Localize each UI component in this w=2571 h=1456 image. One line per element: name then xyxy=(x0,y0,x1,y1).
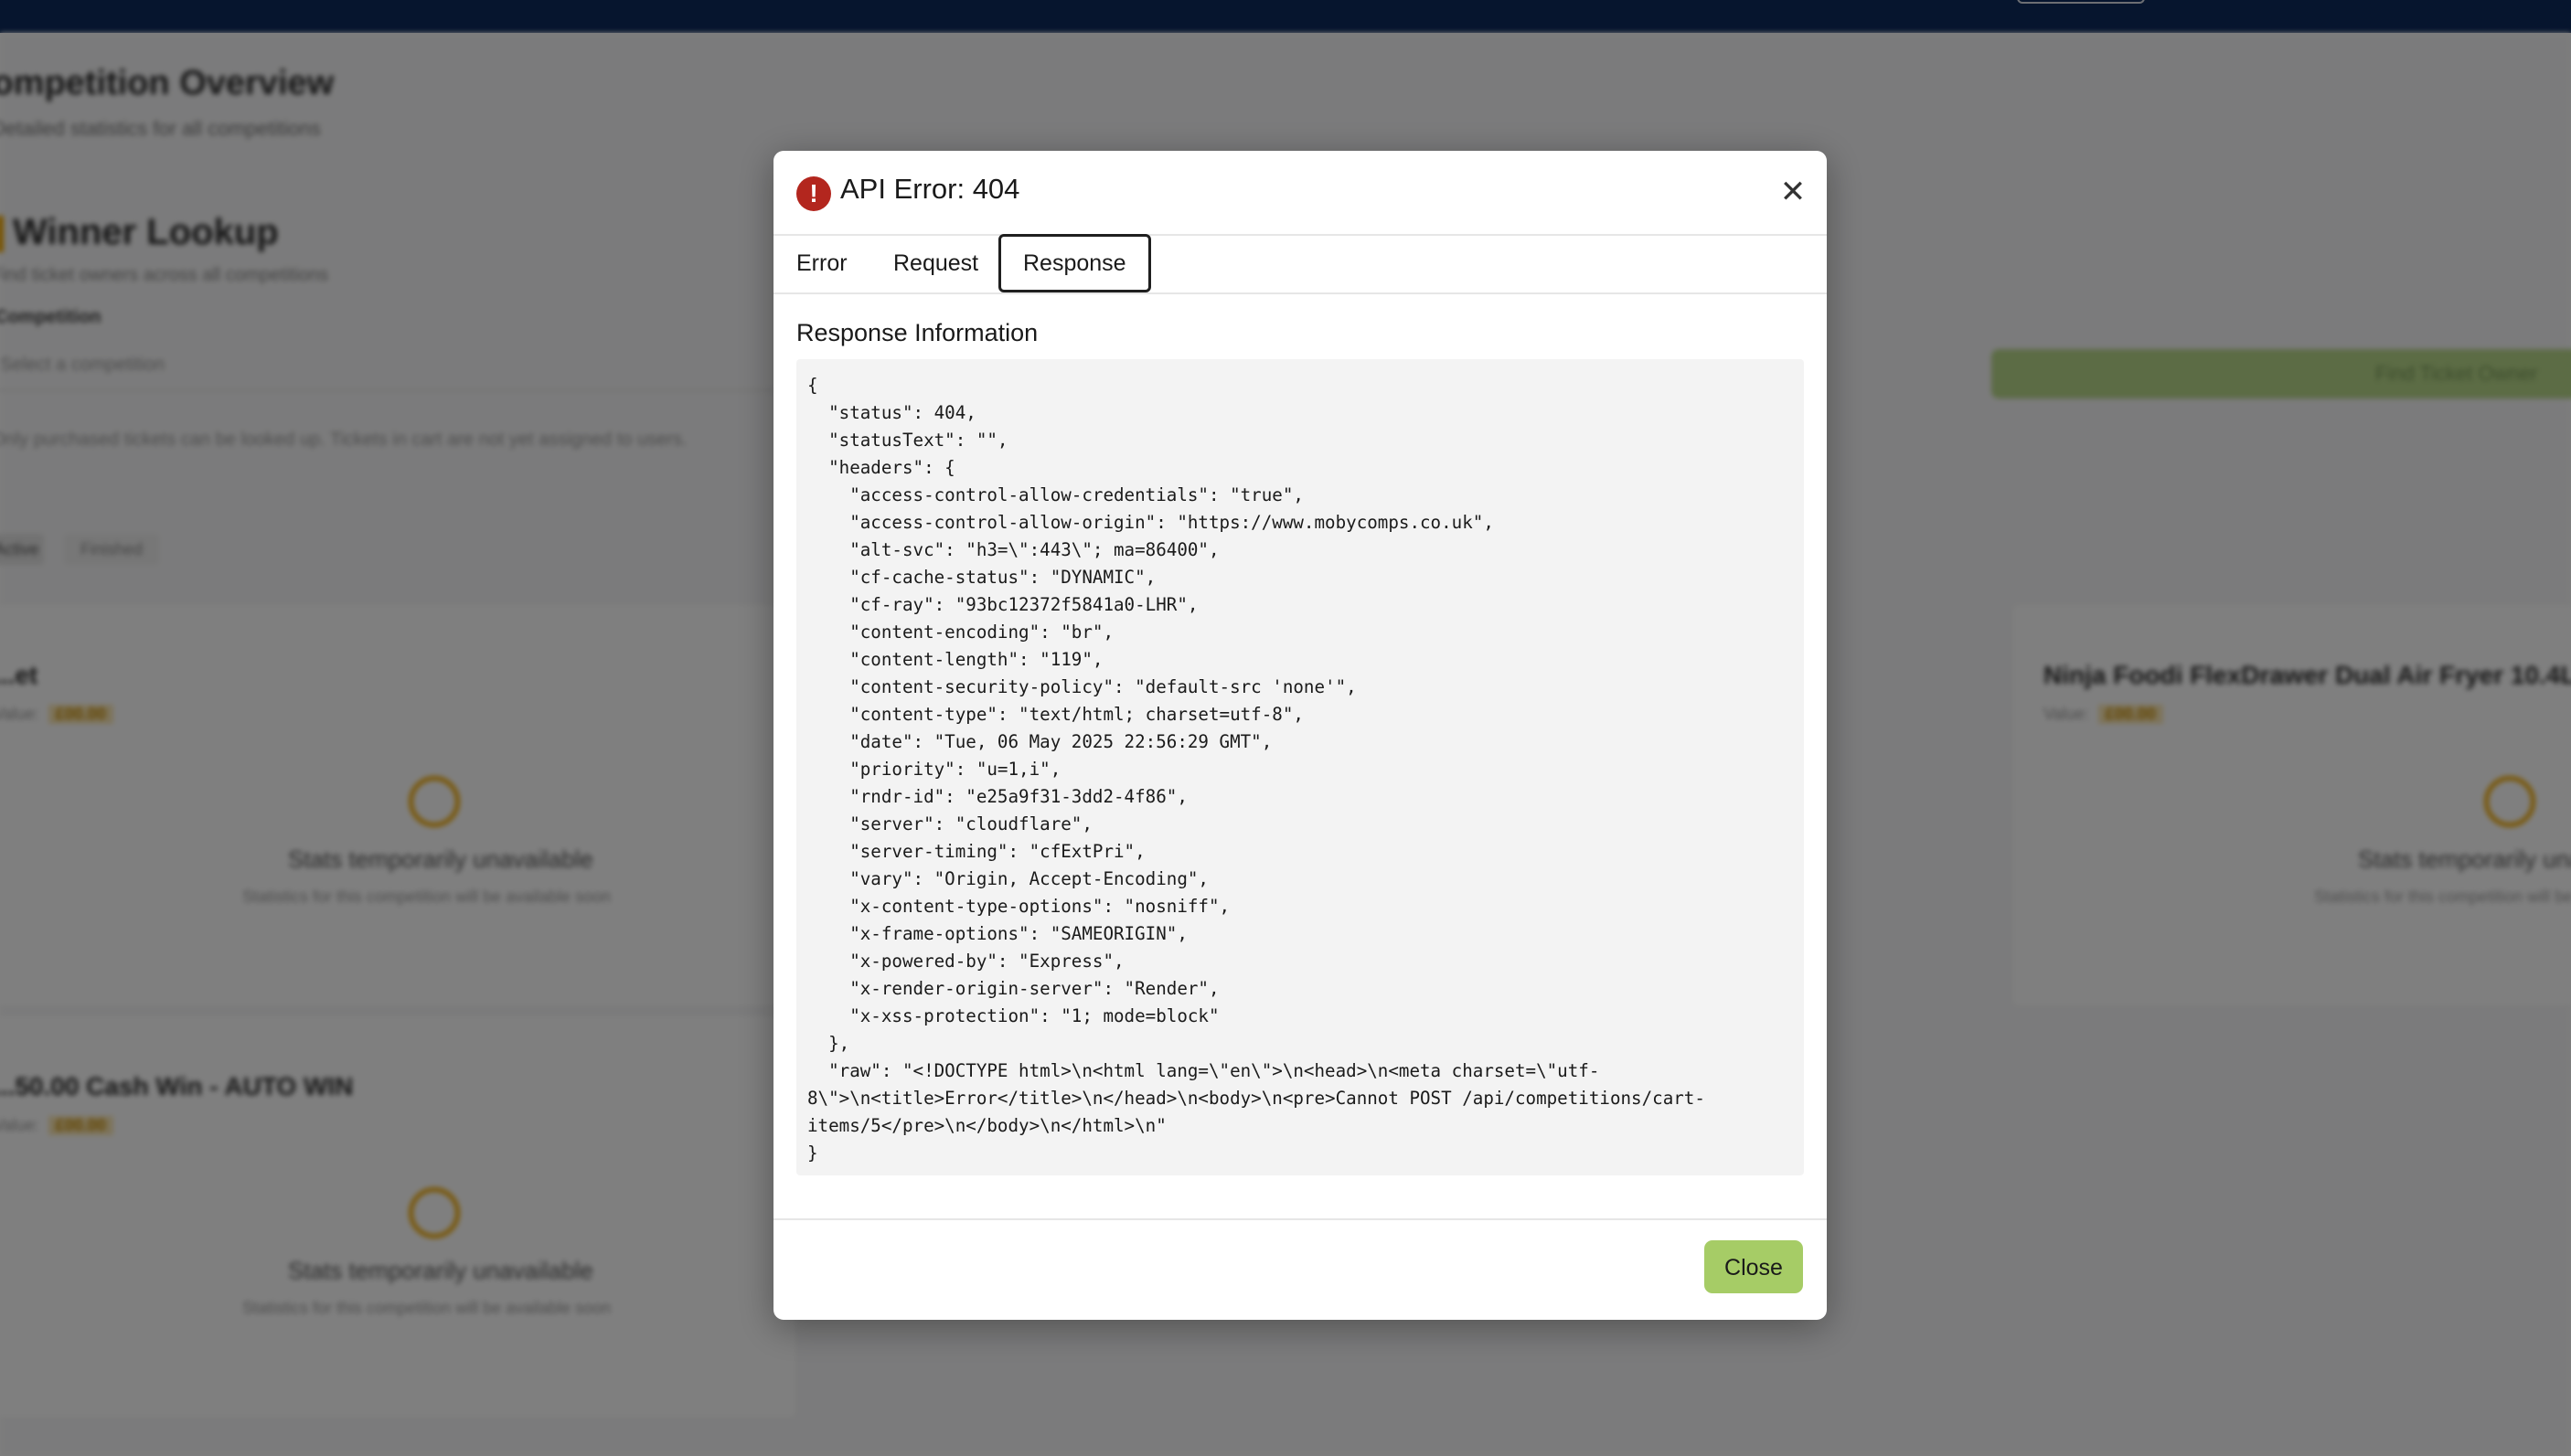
close-button[interactable]: Close xyxy=(1704,1240,1803,1293)
response-information-heading: Response Information xyxy=(796,319,1039,346)
response-json-line: "headers": { xyxy=(807,457,955,478)
response-json-line: "x-xss-protection": "1; mode=block" xyxy=(807,1005,1220,1026)
response-json-line: items/5</pre>\n</body>\n</html>\n" xyxy=(807,1115,1167,1136)
response-json-line: "rndr-id": "e25a9f31-3dd2-4f86", xyxy=(807,786,1188,807)
response-json-line: "statusText": "", xyxy=(807,430,1008,451)
response-json-line: "access-control-allow-credentials": "tru… xyxy=(807,484,1304,505)
response-json-line: "vary": "Origin, Accept-Encoding", xyxy=(807,868,1209,889)
response-json-line: "content-length": "119", xyxy=(807,649,1104,670)
response-json-line: "content-security-policy": "default-src … xyxy=(807,676,1357,697)
response-json-block: { "status": 404, "statusText": "", "head… xyxy=(796,359,1804,1175)
modal-tabs: Error Request Response xyxy=(773,234,1827,294)
modal-title: API Error: 404 xyxy=(840,173,1020,205)
response-json-text: { "status": 404, "statusText": "", "head… xyxy=(807,372,1793,1167)
tab-request[interactable]: Request xyxy=(893,234,978,292)
response-json-line: "x-content-type-options": "nosniff", xyxy=(807,896,1231,917)
response-json-line: "x-frame-options": "SAMEORIGIN", xyxy=(807,923,1188,944)
response-json-line: "x-render-origin-server": "Render", xyxy=(807,978,1220,999)
error-exclamation-icon: ! xyxy=(796,176,831,211)
response-json-line: "date": "Tue, 06 May 2025 22:56:29 GMT", xyxy=(807,731,1273,752)
response-json-line: "content-type": "text/html; charset=utf-… xyxy=(807,704,1304,725)
tab-error[interactable]: Error xyxy=(796,234,848,292)
response-json-line: "server-timing": "cfExtPri", xyxy=(807,841,1146,862)
modal-footer: Close xyxy=(773,1218,1827,1320)
response-json-line: "raw": "<!DOCTYPE html>\n<html lang=\"en… xyxy=(807,1060,1600,1081)
response-json-line: "x-powered-by": "Express", xyxy=(807,951,1125,972)
response-json-line: "content-encoding": "br", xyxy=(807,622,1115,643)
close-icon[interactable]: ✕ xyxy=(1776,175,1810,209)
tab-response[interactable]: Response xyxy=(998,234,1151,292)
api-error-modal: ! API Error: 404 ✕ Error Request Respons… xyxy=(773,151,1827,1320)
response-json-line: } xyxy=(807,1142,818,1164)
response-json-line: 8\">\n<title>Error</title>\n</head>\n<bo… xyxy=(807,1088,1705,1109)
response-json-line: { xyxy=(807,375,818,396)
response-json-line: "cf-ray": "93bc12372f5841a0-LHR", xyxy=(807,594,1199,615)
response-json-line: "cf-cache-status": "DYNAMIC", xyxy=(807,567,1157,588)
response-json-line: "server": "cloudflare", xyxy=(807,813,1093,834)
response-json-line: }, xyxy=(807,1033,850,1054)
response-json-line: "status": 404, xyxy=(807,402,976,423)
response-json-line: "priority": "u=1,i", xyxy=(807,759,1061,780)
response-json-line: "alt-svc": "h3=\":443\"; ma=86400", xyxy=(807,539,1220,560)
response-json-line: "access-control-allow-origin": "https://… xyxy=(807,512,1494,533)
modal-header: ! API Error: 404 ✕ xyxy=(773,151,1827,236)
